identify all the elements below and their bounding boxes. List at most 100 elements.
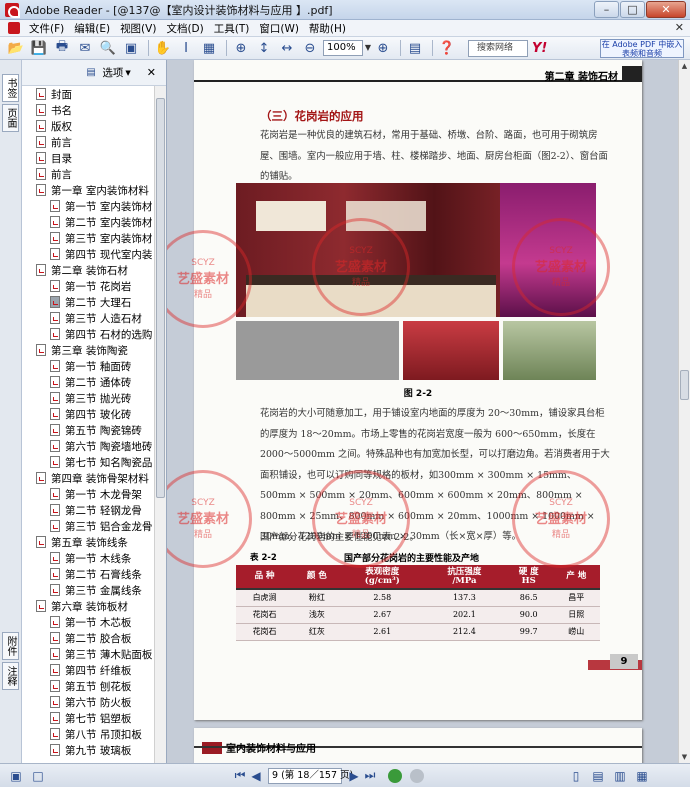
bookmark-item[interactable]: 第七节 铝塑板 [22, 710, 155, 726]
bookmark-item[interactable]: 第二节 石膏线条 [22, 566, 155, 582]
open-icon[interactable]: 📂 [6, 39, 26, 57]
last-page-icon[interactable]: ⏭ [362, 768, 378, 784]
document-close-button[interactable]: ✕ [675, 21, 684, 34]
bookmark-item[interactable]: 第六节 防火板 [22, 694, 155, 710]
zoom-dropdown-arrow-icon[interactable]: ▼ [363, 40, 373, 56]
zoom-out-icon[interactable]: ⊖ [300, 39, 320, 57]
bookmarks-close-button[interactable]: ✕ [147, 66, 156, 79]
hand-tool-icon[interactable]: ✋ [153, 39, 173, 57]
bookmark-item[interactable]: 第七节 知名陶瓷品 [22, 454, 155, 470]
continuous-page-icon[interactable]: ▤ [590, 768, 606, 784]
tab-comments[interactable]: 注释 [2, 662, 19, 690]
bookmark-item[interactable]: 第一节 室内装饰材 [22, 198, 155, 214]
bookmark-item[interactable]: 第九节 玻璃板 [22, 742, 155, 758]
snapshot-icon[interactable]: ▦ [199, 39, 219, 57]
bookmark-item[interactable]: 第二节 胶合板 [22, 630, 155, 646]
yahoo-logo[interactable]: Y! [532, 41, 547, 56]
tab-pages[interactable]: 页面 [2, 104, 19, 132]
menu-document[interactable]: 文档(D) [161, 21, 208, 36]
options-arrow-icon[interactable]: ▼ [125, 69, 130, 77]
options-icon[interactable]: ▤ [86, 67, 98, 79]
bookmark-item[interactable]: 第一节 木芯板 [22, 614, 155, 630]
bookmark-item[interactable]: 第三节 薄木贴面板 [22, 646, 155, 662]
adobe-ad-banner[interactable]: 在 Adobe PDF 中嵌入表频和音频 [600, 39, 684, 58]
bookmark-item[interactable]: 第五节 刨花板 [22, 678, 155, 694]
email-icon[interactable]: ✉ [75, 39, 95, 57]
tab-attachments[interactable]: 附件 [2, 632, 19, 660]
continuous-facing-icon[interactable]: ▦ [634, 768, 650, 784]
zoom-in-tool-icon[interactable]: ⊕ [231, 39, 251, 57]
maximize-button[interactable]: □ [620, 1, 645, 18]
fit-width-icon[interactable]: ↔ [277, 39, 297, 57]
zoom-level-input[interactable]: 100% [323, 40, 363, 56]
bookmark-item[interactable]: 第三节 铝合金龙骨 [22, 518, 155, 534]
page-view-icon[interactable]: □ [30, 768, 46, 784]
previous-page-icon[interactable]: ◀ [248, 768, 264, 784]
next-view-icon[interactable] [410, 768, 424, 783]
bookmark-item[interactable]: 前言 [22, 134, 155, 150]
bookmark-item[interactable]: 第一章 室内装饰材料 [22, 182, 155, 198]
bookmarks-scrollbar-thumb[interactable] [156, 98, 165, 498]
bookmark-item[interactable]: 第四节 现代室内装 [22, 246, 155, 262]
bookmark-item[interactable]: 第三节 人造石材 [22, 310, 155, 326]
bookmark-item[interactable]: 第一节 花岗岩 [22, 278, 155, 294]
bookmark-item[interactable]: 第四章 装饰骨架材料 [22, 470, 155, 486]
bookmark-item[interactable]: 第三节 抛光砖 [22, 390, 155, 406]
bookmark-item[interactable]: 前言 [22, 166, 155, 182]
page-number-input[interactable]: 9 (第 18／157 页) [268, 767, 353, 784]
bookmark-item[interactable]: 第二节 通体砖 [22, 374, 155, 390]
single-page-icon[interactable]: ▯ [568, 768, 584, 784]
page-layout-icon[interactable]: ▤ [405, 39, 425, 57]
bookmark-item[interactable]: 第四节 石材的选购 [22, 326, 155, 342]
previous-view-icon[interactable] [388, 768, 402, 783]
next-page-icon[interactable]: ▶ [346, 768, 362, 784]
bookmark-item[interactable]: 目录 [22, 150, 155, 166]
menu-edit[interactable]: 编辑(E) [69, 21, 115, 36]
bookmark-item[interactable]: 第六节 陶瓷墙地砖 [22, 438, 155, 454]
bookmark-item[interactable]: 第二节 室内装饰材 [22, 214, 155, 230]
bookmark-item[interactable]: 书名 [22, 102, 155, 118]
create-pdf-icon[interactable]: ▣ [121, 39, 141, 57]
bookmark-item[interactable]: 第三节 金属线条 [22, 582, 155, 598]
zoom-in-icon[interactable]: ⊕ [373, 39, 393, 57]
help-icon[interactable]: ❓ [437, 39, 457, 57]
bookmark-item[interactable]: 第三节 室内装饰材 [22, 230, 155, 246]
select-text-icon[interactable]: I [176, 39, 196, 57]
fit-page-icon[interactable]: ↕ [254, 39, 274, 57]
bookmark-item[interactable]: 第二节 大理石 [22, 294, 155, 310]
tab-bookmarks[interactable]: 书签 [2, 74, 19, 102]
menu-tools[interactable]: 工具(T) [209, 21, 255, 36]
bookmarks-scrollbar[interactable] [154, 86, 166, 763]
first-page-icon[interactable]: ⏮ [232, 768, 248, 784]
bookmark-item[interactable]: 第四节 纤维板 [22, 662, 155, 678]
menu-help[interactable]: 帮助(H) [304, 21, 351, 36]
facing-page-icon[interactable]: ▥ [612, 768, 628, 784]
panel-toggle-icon[interactable]: ▣ [8, 768, 24, 784]
scroll-up-icon[interactable]: ▲ [679, 60, 690, 72]
bookmark-item[interactable]: 版权 [22, 118, 155, 134]
bookmark-item[interactable]: 封面 [22, 86, 155, 102]
options-menu[interactable]: 选项 [102, 65, 123, 80]
bookmark-item[interactable]: 第六章 装饰板材 [22, 598, 155, 614]
scroll-down-icon[interactable]: ▼ [679, 751, 690, 763]
search-icon[interactable]: 🔍 [98, 39, 118, 57]
menu-view[interactable]: 视图(V) [115, 21, 161, 36]
bookmark-item[interactable]: 第二章 装饰石材 [22, 262, 155, 278]
bookmark-item[interactable]: 第二节 轻钢龙骨 [22, 502, 155, 518]
document-icon[interactable] [8, 22, 20, 34]
print-icon[interactable]: 🖶 [52, 39, 72, 57]
menu-file[interactable]: 文件(F) [24, 21, 69, 36]
document-scrollbar-thumb[interactable] [680, 370, 689, 400]
save-icon[interactable]: 💾 [29, 39, 49, 57]
bookmark-item[interactable]: 第八节 吊顶扣板 [22, 726, 155, 742]
bookmark-item[interactable]: 第三章 装饰陶瓷 [22, 342, 155, 358]
bookmark-item[interactable]: 第五章 装饰线条 [22, 534, 155, 550]
document-scrollbar[interactable]: ▲ ▼ [678, 60, 690, 763]
bookmark-item[interactable]: 第一节 木线条 [22, 550, 155, 566]
minimize-button[interactable]: – [594, 1, 619, 18]
menu-window[interactable]: 窗口(W) [254, 21, 304, 36]
document-viewport[interactable]: 第二章 装饰石材 （三）花岗岩的应用 花岗岩是一种优良的建筑石材，常用于基础、桥… [167, 60, 678, 763]
close-button[interactable]: ✕ [646, 1, 686, 18]
bookmark-item[interactable]: 第一节 釉面砖 [22, 358, 155, 374]
bookmark-item[interactable]: 第四节 玻化砖 [22, 406, 155, 422]
